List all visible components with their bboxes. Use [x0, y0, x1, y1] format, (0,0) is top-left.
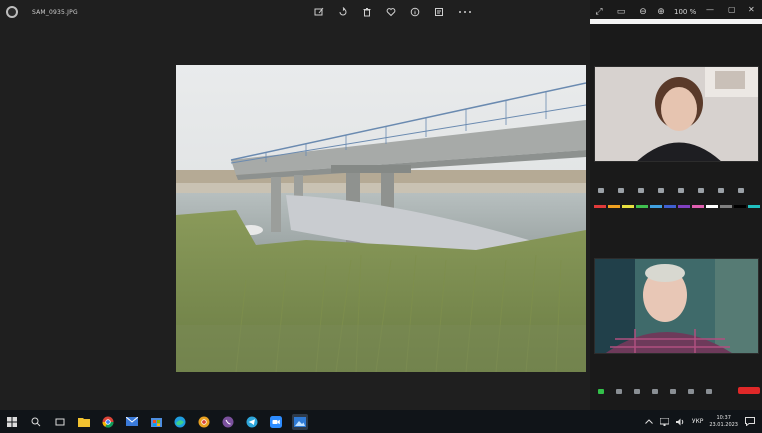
zoom-meeting-window: ⤢ ▭ ⊖ ⊕ 100 % — ▢ ✕ — [590, 0, 762, 410]
zoom-level: 100 % — [674, 8, 697, 16]
delete-icon[interactable] — [360, 5, 374, 19]
info-icon[interactable] — [408, 5, 422, 19]
share-icon[interactable] — [674, 188, 688, 195]
bridge-photo — [176, 65, 586, 372]
clock-time: 10:37 — [716, 414, 731, 421]
camera-icon[interactable] — [612, 388, 626, 396]
minimize-button[interactable]: — — [706, 5, 714, 14]
close-button[interactable]: ✕ — [748, 5, 755, 14]
zoom-in-icon[interactable]: ⊕ — [654, 5, 668, 19]
photo-viewer-window: SAM_0935.JPG — [0, 0, 590, 410]
volume-icon[interactable] — [676, 414, 686, 430]
chrome-icon[interactable] — [100, 414, 116, 430]
more-options-icon[interactable] — [456, 5, 474, 19]
file-explorer-icon[interactable] — [76, 414, 92, 430]
mail-icon[interactable] — [124, 414, 140, 430]
record-icon[interactable] — [694, 188, 708, 195]
apps-icon[interactable] — [702, 388, 716, 396]
reactions-icon[interactable] — [714, 188, 728, 195]
meeting-controls — [590, 385, 762, 399]
audio-icon[interactable] — [594, 388, 608, 396]
store-icon[interactable] — [148, 414, 164, 430]
zoom-title-strip — [590, 19, 762, 24]
participants-icon[interactable] — [634, 188, 648, 195]
system-tray: УКР 10:37 23.01.2023 — [644, 410, 756, 433]
zoom-app-icon[interactable] — [268, 414, 284, 430]
annotation-color-row — [594, 205, 760, 209]
security-icon[interactable] — [630, 388, 644, 396]
file-name: SAM_0935.JPG — [32, 8, 78, 16]
share-screen-icon[interactable] — [684, 388, 698, 396]
end-meeting-button[interactable] — [738, 387, 760, 394]
video-icon[interactable] — [614, 188, 628, 195]
edge-icon[interactable] — [172, 414, 188, 430]
participant-video-2[interactable] — [594, 258, 759, 354]
notifications-icon[interactable] — [744, 414, 756, 430]
photos-taskbar-icon[interactable] — [292, 413, 308, 430]
chrome-profile-icon[interactable] — [196, 414, 212, 430]
chat-panel-icon[interactable] — [666, 388, 680, 396]
rotate-icon[interactable] — [336, 5, 350, 19]
viewer-titlebar: SAM_0935.JPG — [0, 0, 590, 24]
network-icon[interactable] — [660, 414, 670, 430]
fit-icon[interactable]: ▭ — [614, 5, 628, 19]
clock[interactable]: 10:37 23.01.2023 — [709, 415, 738, 429]
windows-taskbar: УКР 10:37 23.01.2023 — [0, 410, 762, 433]
chevron-up-icon[interactable] — [644, 414, 654, 430]
favorite-icon[interactable] — [384, 5, 398, 19]
more-icon[interactable] — [734, 188, 748, 195]
zoom-out-icon[interactable]: ⊖ — [636, 5, 650, 19]
expand-icon[interactable]: ⤢ — [592, 5, 606, 19]
task-view-icon[interactable] — [52, 414, 68, 430]
maximize-button[interactable]: ▢ — [728, 5, 736, 14]
viewer-toolbar — [312, 5, 474, 19]
mute-icon[interactable] — [594, 188, 608, 195]
photos-app-icon[interactable] — [6, 6, 18, 18]
input-language[interactable]: УКР — [692, 418, 704, 425]
edit-with-icon[interactable] — [432, 5, 446, 19]
participants-list-icon[interactable] — [648, 388, 662, 396]
search-icon[interactable] — [28, 414, 44, 430]
viber-icon[interactable] — [220, 414, 236, 430]
participant-video-1[interactable] — [594, 66, 759, 162]
chat-icon[interactable] — [654, 188, 668, 195]
clock-date: 23.01.2023 — [709, 421, 738, 428]
start-icon[interactable] — [4, 414, 20, 430]
edit-image-icon[interactable] — [312, 5, 326, 19]
telegram-icon[interactable] — [244, 414, 260, 430]
screen: SAM_0935.JPG ⤢ ▭ ⊖ ⊕ 100 % — ▢ ✕ УКР 10:… — [0, 0, 762, 433]
